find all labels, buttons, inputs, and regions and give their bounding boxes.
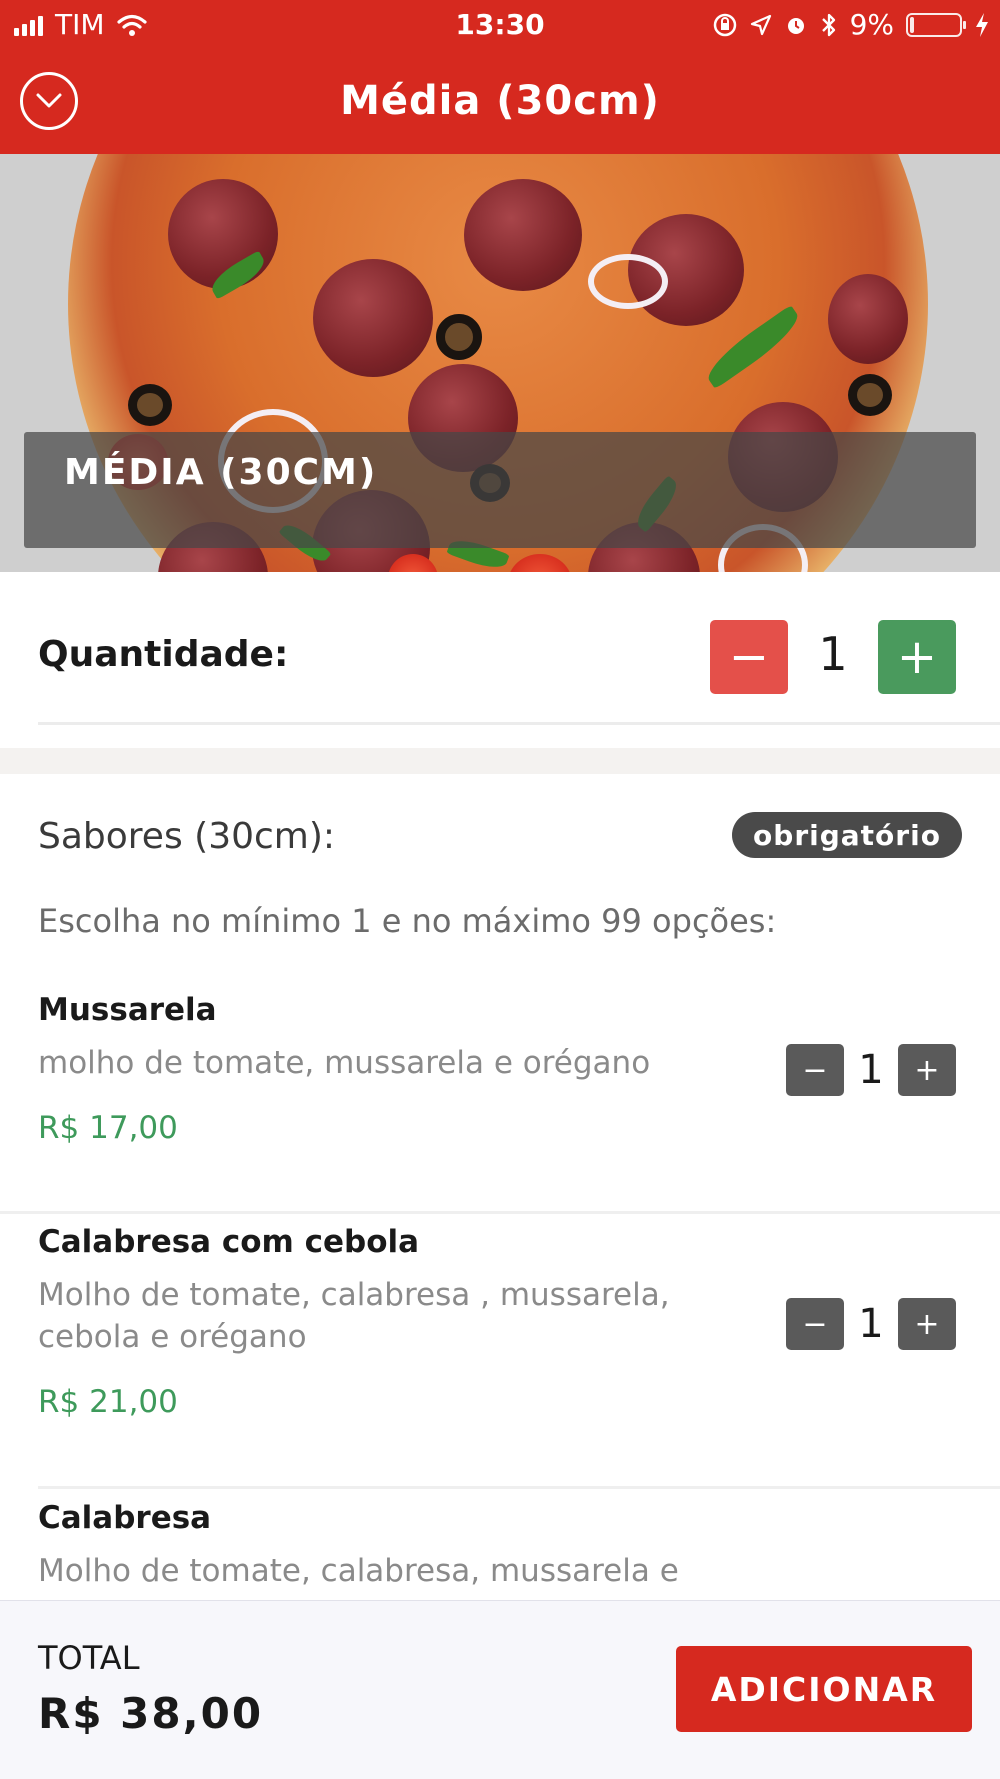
flavors-title: Sabores (30cm): bbox=[38, 816, 336, 857]
quantity-label: Quantidade: bbox=[38, 634, 289, 675]
flavor-price: R$ 17,00 bbox=[38, 1110, 178, 1146]
alarm-icon bbox=[787, 17, 804, 34]
section-gap bbox=[0, 748, 1000, 774]
flavor-name: Mussarela bbox=[38, 992, 217, 1028]
flavor-quantity-stepper: − 1 + bbox=[786, 1298, 956, 1350]
status-left: TIM bbox=[14, 8, 147, 41]
flavor-description: molho de tomate, mussarela e orégano bbox=[38, 1045, 651, 1081]
minus-icon: − bbox=[802, 1052, 828, 1088]
order-footer: TOTAL R$ 38,00 ADICIONAR bbox=[0, 1600, 1000, 1779]
flavor-quantity-stepper: − 1 + bbox=[786, 1044, 956, 1096]
add-button[interactable]: ADICIONAR bbox=[676, 1646, 972, 1732]
charging-icon bbox=[976, 12, 988, 37]
flavor-increase-button[interactable]: + bbox=[898, 1298, 956, 1350]
quantity-decrease-button[interactable]: − bbox=[710, 620, 788, 694]
status-bar: TIM 13:30 9% bbox=[0, 0, 1000, 50]
list-item[interactable]: Calabresa Molho de tomate, calabresa, mu… bbox=[0, 1500, 1000, 1600]
required-badge: obrigatório bbox=[732, 812, 962, 858]
flavor-description: Molho de tomate, calabresa, mussarela e bbox=[38, 1553, 679, 1589]
divider bbox=[38, 722, 1000, 725]
flavor-name: Calabresa bbox=[38, 1500, 212, 1536]
divider bbox=[0, 1211, 1000, 1214]
nav-bar: Média (30cm) bbox=[0, 50, 1000, 154]
list-item[interactable]: Calabresa com cebola Molho de tomate, ca… bbox=[0, 1224, 1000, 1444]
carrier-name: TIM bbox=[55, 8, 105, 41]
total-label: TOTAL bbox=[38, 1639, 140, 1677]
battery-icon bbox=[906, 12, 966, 37]
product-image: MÉDIA (30CM) bbox=[0, 154, 1000, 572]
flavor-quantity: 1 bbox=[858, 1301, 884, 1347]
quantity-section: Quantidade: − 1 + bbox=[0, 572, 1000, 748]
flavor-decrease-button[interactable]: − bbox=[786, 1044, 844, 1096]
flavors-section[interactable]: Sabores (30cm): obrigatório Escolha no m… bbox=[0, 774, 1000, 1600]
bluetooth-icon bbox=[821, 13, 835, 36]
wifi-icon bbox=[116, 14, 147, 36]
list-item[interactable]: Mussarela molho de tomate, mussarela e o… bbox=[0, 992, 1000, 1192]
divider bbox=[38, 1486, 1000, 1489]
flavor-decrease-button[interactable]: − bbox=[786, 1298, 844, 1350]
plus-icon: + bbox=[896, 629, 938, 685]
quantity-value: 1 bbox=[818, 627, 848, 681]
signal-icon bbox=[14, 14, 43, 36]
page-title: Média (30cm) bbox=[340, 78, 660, 124]
orientation-lock-icon bbox=[713, 13, 736, 36]
status-right: 9% bbox=[712, 8, 990, 41]
flavor-price: R$ 21,00 bbox=[38, 1384, 178, 1420]
plus-icon: + bbox=[914, 1306, 940, 1342]
total-value: R$ 38,00 bbox=[38, 1689, 264, 1738]
plus-icon: + bbox=[914, 1052, 940, 1088]
product-name: MÉDIA (30CM) bbox=[64, 452, 378, 493]
flavor-increase-button[interactable]: + bbox=[898, 1044, 956, 1096]
flavor-name: Calabresa com cebola bbox=[38, 1224, 420, 1260]
battery-percent: 9% bbox=[849, 8, 894, 41]
location-icon bbox=[750, 14, 771, 35]
flavor-quantity: 1 bbox=[858, 1047, 884, 1093]
minus-icon: − bbox=[802, 1306, 828, 1342]
quantity-increase-button[interactable]: + bbox=[878, 620, 956, 694]
flavors-instruction: Escolha no mínimo 1 e no máximo 99 opçõe… bbox=[38, 902, 777, 940]
flavor-description: Molho de tomate, calabresa , mussarela, … bbox=[38, 1277, 670, 1355]
minus-icon: − bbox=[728, 629, 770, 685]
product-name-overlay: MÉDIA (30CM) bbox=[24, 432, 976, 548]
